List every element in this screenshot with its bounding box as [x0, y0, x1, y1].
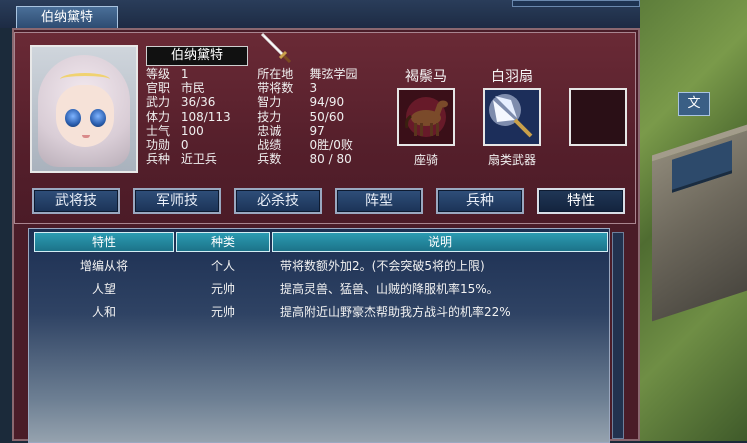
stat-value: 3: [309, 81, 318, 96]
tab-strategist-skills[interactable]: 军师技: [133, 188, 221, 214]
stat-value: 近卫兵: [180, 152, 217, 167]
traits-table-header: 特性 种类 说明: [34, 232, 610, 252]
stat-label: 武力: [146, 95, 171, 110]
stat-label: 兵种: [146, 152, 171, 167]
weapon-label: 扇类武器: [487, 153, 536, 167]
stat-value: 0: [180, 137, 189, 152]
trait-description: 提高附近山野豪杰帮助我方战斗的机率22%: [280, 305, 511, 319]
stat-label: 官职: [146, 81, 171, 96]
weapon-slot[interactable]: [483, 88, 541, 146]
stat-row: 体力 108/113 技力 50/60: [146, 110, 386, 124]
stat-row: 等级 1 所在地 舞弦学园: [146, 67, 386, 81]
mount-slot[interactable]: [397, 88, 455, 146]
stat-row: 武力 36/36 智力 94/90: [146, 95, 386, 109]
stat-value: 市民: [180, 81, 205, 96]
sword-icon: [260, 32, 292, 64]
stat-label: 战绩: [257, 137, 282, 152]
stat-row: 兵种 近卫兵 兵数 80 / 80: [146, 152, 386, 166]
horse-icon: [399, 90, 453, 144]
tab-general-skills[interactable]: 武将技: [32, 188, 120, 214]
character-portrait: [30, 45, 138, 173]
stat-label: 忠诚: [257, 123, 282, 138]
trait-type: 元帅: [210, 282, 235, 296]
stat-label: 所在地: [257, 67, 294, 81]
table-row[interactable]: 增编从将 个人 带将数额外加2。(不会突破5将的上限): [34, 256, 610, 276]
city-badge[interactable]: 文: [678, 92, 710, 116]
trait-description: 提高灵兽、猛兽、山贼的降服机率15%。: [280, 282, 499, 296]
portrait-eye-left: [65, 109, 81, 127]
stat-label: 兵数: [257, 152, 282, 167]
tab-troop-type[interactable]: 兵种: [436, 188, 524, 214]
feather-fan-icon: [485, 90, 539, 144]
stat-value: 0胜/0败: [309, 137, 353, 152]
list-scrollbar[interactable]: [612, 232, 624, 439]
stat-value: 80 / 80: [309, 152, 352, 167]
stat-value: 1: [180, 67, 189, 81]
stat-label: 智力: [257, 95, 282, 110]
portrait-tiara: [60, 73, 110, 86]
trait-description: 带将数额外加2。(不会突破5将的上限): [280, 259, 485, 273]
stat-label: 功勋: [146, 137, 171, 152]
mount-label: 座骑: [413, 153, 438, 167]
table-row[interactable]: 人望 元帅 提高灵兽、猛兽、山贼的降服机率15%。: [34, 279, 610, 299]
portrait-eye-right: [90, 109, 106, 127]
trait-type: 个人: [210, 259, 235, 273]
character-name: 伯纳黛特: [146, 46, 248, 66]
table-row[interactable]: 人和 元帅 提高附近山野豪杰帮助我方战斗的机率22%: [34, 302, 610, 322]
stat-row: 官职 市民 带将数 3: [146, 81, 386, 95]
top-right-tab[interactable]: [512, 0, 640, 7]
stat-value: 108/113: [180, 109, 231, 124]
trait-name: 人和: [91, 305, 116, 319]
stat-value: 100: [180, 123, 204, 138]
column-header-trait[interactable]: 特性: [34, 232, 174, 252]
stat-row: 功勋 0 战绩 0胜/0败: [146, 138, 386, 152]
mount-name: 褐鬃马: [405, 69, 447, 85]
trait-name: 增编从将: [79, 259, 128, 273]
stat-value: 94/90: [309, 95, 345, 110]
tab-formation[interactable]: 阵型: [335, 188, 423, 214]
column-header-description[interactable]: 说明: [272, 232, 608, 252]
stat-label: 体力: [146, 109, 171, 124]
tab-traits[interactable]: 特性: [537, 188, 625, 214]
column-header-type[interactable]: 种类: [176, 232, 270, 252]
trait-type: 元帅: [210, 305, 235, 319]
stat-label: 士气: [146, 123, 171, 138]
stat-label: 技力: [257, 109, 282, 124]
stat-label: 带将数: [257, 81, 294, 96]
stat-value: 36/36: [180, 95, 216, 110]
weapon-name: 白羽扇: [491, 69, 533, 85]
character-stats: 等级 1 所在地 舞弦学园 官职 市民 带将数 3 武力 36/36 智力 94…: [146, 67, 386, 166]
window-title-tab[interactable]: 伯纳黛特: [16, 6, 118, 29]
stat-value: 97: [309, 123, 325, 138]
stat-label: 等级: [146, 67, 171, 81]
empty-equipment-slot[interactable]: [569, 88, 627, 146]
stat-value: 舞弦学园: [309, 67, 358, 81]
stat-row: 士气 100 忠诚 97: [146, 124, 386, 138]
trait-name: 人望: [91, 282, 116, 296]
tab-special-skills[interactable]: 必杀技: [234, 188, 322, 214]
stat-value: 50/60: [309, 109, 345, 124]
